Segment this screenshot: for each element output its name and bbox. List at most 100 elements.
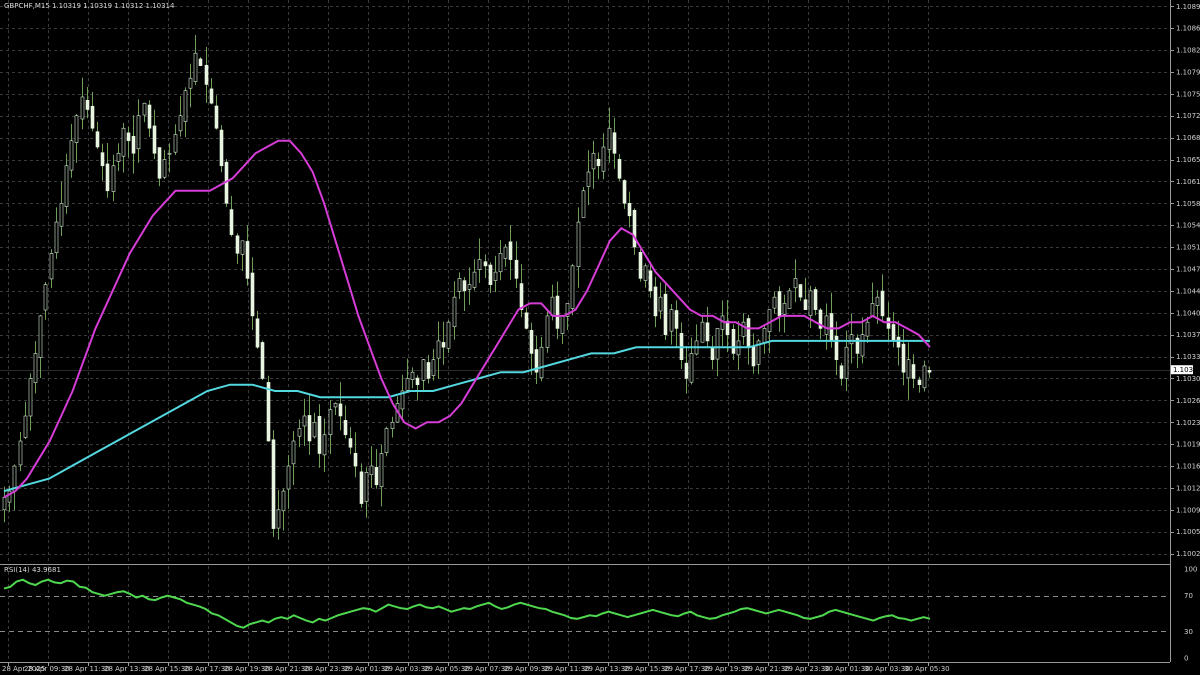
price-tick-label: 1.10125 <box>1176 484 1200 492</box>
time-tick-label: 30 Apr 03:30 <box>864 665 910 673</box>
candle-body <box>214 105 219 129</box>
candle-body <box>658 296 663 312</box>
candle[interactable] <box>638 249 643 282</box>
candle[interactable] <box>446 320 451 353</box>
candle-body <box>705 322 710 342</box>
candle-body <box>581 190 586 218</box>
candle-body <box>813 289 818 310</box>
time-tick-label: 30 Apr 01:30 <box>824 665 870 673</box>
candle-body <box>508 241 513 260</box>
price-tick-label: 1.10335 <box>1176 353 1200 361</box>
rsi-level-label: 30 <box>1184 628 1193 636</box>
candle-body <box>669 309 674 332</box>
candle-body <box>59 203 64 227</box>
candle-body <box>539 346 544 379</box>
candle-body <box>844 346 849 379</box>
candle-body <box>209 88 214 104</box>
candle-body <box>627 203 632 217</box>
candle-body <box>612 132 617 154</box>
price-tick-label: 1.10440 <box>1176 287 1200 295</box>
price-tick-label: 1.10405 <box>1176 309 1200 317</box>
candle-body <box>178 115 183 132</box>
candle-body <box>849 334 854 345</box>
candle[interactable] <box>260 340 265 380</box>
price-tick-label: 1.10720 <box>1176 112 1200 120</box>
candle-body <box>271 439 276 529</box>
candle-body <box>643 265 648 281</box>
candle-body <box>183 90 188 122</box>
candle-body <box>927 370 932 373</box>
candle-body <box>767 309 772 332</box>
candle-body <box>472 271 477 288</box>
candle[interactable] <box>384 426 389 457</box>
candle[interactable] <box>787 287 792 309</box>
candle-body <box>638 252 643 279</box>
candle-body <box>731 328 736 354</box>
price-tick-label: 1.10510 <box>1176 244 1200 252</box>
candle-body <box>715 328 720 360</box>
candle-body <box>343 420 348 436</box>
price-tick-label: 1.10055 <box>1176 528 1200 536</box>
rsi-level-label: 100 <box>1184 566 1197 574</box>
candle-body <box>142 102 147 116</box>
candle-body <box>421 359 426 381</box>
candle-body <box>2 497 7 511</box>
candle-body <box>591 152 596 170</box>
time-tick-label: 29 Apr 11:30 <box>544 665 590 673</box>
candle[interactable] <box>219 125 224 173</box>
candle-body <box>312 421 317 438</box>
candle-body <box>240 240 245 255</box>
candle[interactable] <box>271 430 276 537</box>
candle-body <box>188 77 193 89</box>
candle-body <box>798 284 803 298</box>
time-tick-label: 29 Apr 07:30 <box>464 665 510 673</box>
candle-body <box>601 146 606 172</box>
candle-body <box>198 58 203 66</box>
candle-body <box>896 336 901 348</box>
candle-body <box>498 253 503 273</box>
time-tick-label: 29 Apr 15:30 <box>624 665 670 673</box>
candle-body <box>405 378 410 391</box>
candle-body <box>880 290 885 317</box>
candle-body <box>121 127 126 157</box>
candle-body <box>173 134 178 153</box>
candle-body <box>519 283 524 310</box>
candle-body <box>322 434 327 456</box>
time-tick-label: 29 Apr 13:30 <box>584 665 630 673</box>
time-tick-label: 28 Apr 15:30 <box>144 665 190 673</box>
candle-body <box>69 140 74 171</box>
candle[interactable] <box>266 375 271 442</box>
candle-body <box>74 115 79 143</box>
candle-body <box>772 296 777 309</box>
price-tick-label: 1.10755 <box>1176 90 1200 98</box>
candle-body <box>808 290 813 316</box>
candle-body <box>43 284 48 311</box>
price-tick-label: 1.10545 <box>1176 222 1200 230</box>
candle-body <box>901 343 906 373</box>
candle-body <box>18 440 23 466</box>
candle[interactable] <box>581 187 586 218</box>
candle-body <box>374 467 379 486</box>
candle-body <box>204 64 209 85</box>
candle-body <box>328 409 333 436</box>
candle-body <box>555 295 560 329</box>
candle-body <box>586 171 591 187</box>
candle-body <box>596 158 601 167</box>
candle-body <box>570 265 575 309</box>
candle-body <box>870 303 875 318</box>
candle-body <box>33 353 38 384</box>
candle-body <box>917 379 922 386</box>
candle-body <box>147 104 152 129</box>
candle-body <box>353 452 358 467</box>
time-tick-label: 29 Apr 01:30 <box>344 665 390 673</box>
candle-body <box>162 159 167 178</box>
candle-body <box>338 403 343 417</box>
candle[interactable] <box>545 309 550 353</box>
candle-body <box>751 345 756 367</box>
candle-body <box>266 382 271 442</box>
candle-body <box>126 132 131 142</box>
time-tick-label: 28 Apr 17:30 <box>184 665 230 673</box>
time-tick-label: 29 Apr 09:30 <box>504 665 550 673</box>
price-tick-label: 1.10860 <box>1176 25 1200 33</box>
candle[interactable] <box>570 263 575 316</box>
